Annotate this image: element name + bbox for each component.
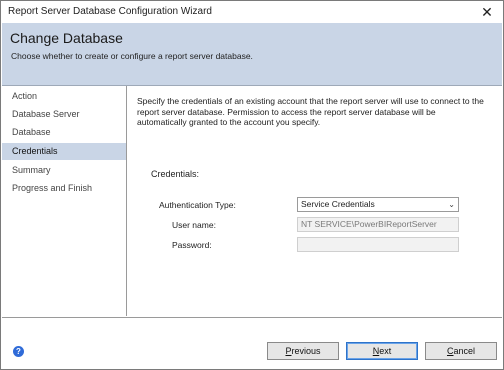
next-button[interactable]: Next (346, 342, 418, 360)
wizard-window: Report Server Database Configuration Wiz… (0, 0, 504, 370)
instructions-text: Specify the credentials of an existing a… (137, 96, 484, 127)
page-title: Change Database (10, 30, 123, 46)
wizard-footer: ? Previous Next Cancel (2, 317, 502, 369)
cancel-label: ancel (453, 346, 475, 356)
sidebar-item-credentials[interactable]: Credentials (2, 143, 126, 160)
cancel-button[interactable]: Cancel (425, 342, 497, 360)
auth-type-dropdown[interactable]: Service Credentials ⌄ (297, 197, 459, 212)
main-content: Specify the credentials of an existing a… (127, 86, 502, 316)
auth-type-label: Authentication Type: (159, 200, 236, 210)
next-label: ext (379, 346, 392, 356)
page-header: Change Database Choose whether to create… (2, 23, 502, 86)
auth-type-value: Service Credentials (301, 199, 375, 209)
window-title: Report Server Database Configuration Wiz… (8, 6, 212, 17)
credentials-heading: Credentials: (151, 169, 200, 179)
page-subtitle: Choose whether to create or configure a … (11, 51, 253, 61)
help-icon[interactable]: ? (13, 346, 24, 357)
close-icon[interactable]: ✕ (471, 1, 503, 23)
previous-button[interactable]: Previous (267, 342, 339, 360)
sidebar-item-database-server[interactable]: Database Server (2, 106, 126, 123)
chevron-down-icon: ⌄ (448, 200, 455, 209)
previous-label: revious (291, 346, 321, 356)
wizard-steps-sidebar: Action Database Server Database Credenti… (2, 86, 127, 316)
sidebar-item-progress-and-finish[interactable]: Progress and Finish (2, 180, 126, 197)
sidebar-item-summary[interactable]: Summary (2, 162, 126, 179)
username-label: User name: (172, 220, 216, 230)
title-bar: Report Server Database Configuration Wiz… (1, 1, 503, 23)
password-label: Password: (172, 240, 212, 250)
sidebar-item-action[interactable]: Action (2, 88, 126, 105)
sidebar-item-database[interactable]: Database (2, 124, 126, 141)
username-field[interactable]: NT SERVICE\PowerBIReportServer (297, 217, 459, 232)
password-field[interactable] (297, 237, 459, 252)
